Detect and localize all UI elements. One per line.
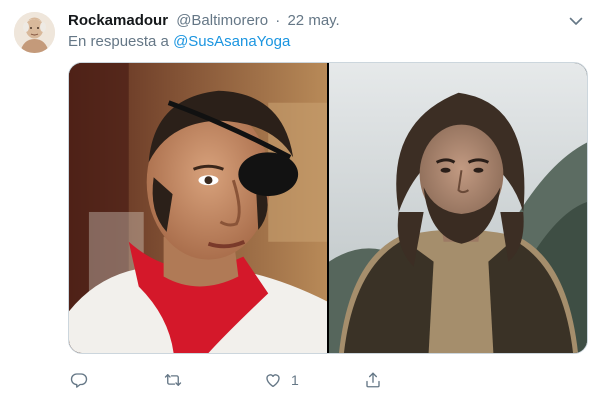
- reply-context: En respuesta a @SusAsanaYoga: [68, 33, 290, 51]
- avatar-image: [14, 12, 55, 53]
- retweet-button[interactable]: [164, 369, 191, 391]
- tweet-date[interactable]: 22 may.: [287, 12, 339, 29]
- photo-matador-eyepatch-icon: [69, 63, 327, 353]
- tweet-header: Rockamadour @Baltimorero · 22 may.: [68, 12, 340, 30]
- media-photo-right[interactable]: [329, 63, 587, 353]
- media-grid: [68, 62, 588, 354]
- share-icon: [366, 372, 380, 388]
- photo-bearded-man-icon: [329, 63, 587, 353]
- reply-prefix: En respuesta a: [68, 33, 169, 50]
- tweet[interactable]: Rockamadour @Baltimorero · 22 may. En re…: [0, 0, 597, 404]
- user-handle[interactable]: @Baltimorero: [176, 12, 268, 29]
- display-name[interactable]: Rockamadour: [68, 12, 168, 29]
- more-options-chevron-icon[interactable]: [567, 12, 585, 30]
- heart-icon: [266, 374, 280, 388]
- like-button[interactable]: 1: [264, 369, 299, 391]
- retweet-icon: [164, 374, 182, 386]
- media-photo-left[interactable]: [69, 63, 327, 353]
- like-count: 1: [291, 372, 299, 388]
- reply-button[interactable]: [70, 369, 97, 391]
- reply-icon: [70, 373, 88, 388]
- tweet-actions: 1: [68, 369, 588, 391]
- avatar[interactable]: [14, 12, 55, 53]
- share-button[interactable]: [364, 369, 391, 391]
- separator-dot: ·: [275, 12, 281, 29]
- reply-mention-link[interactable]: @SusAsanaYoga: [173, 33, 290, 50]
